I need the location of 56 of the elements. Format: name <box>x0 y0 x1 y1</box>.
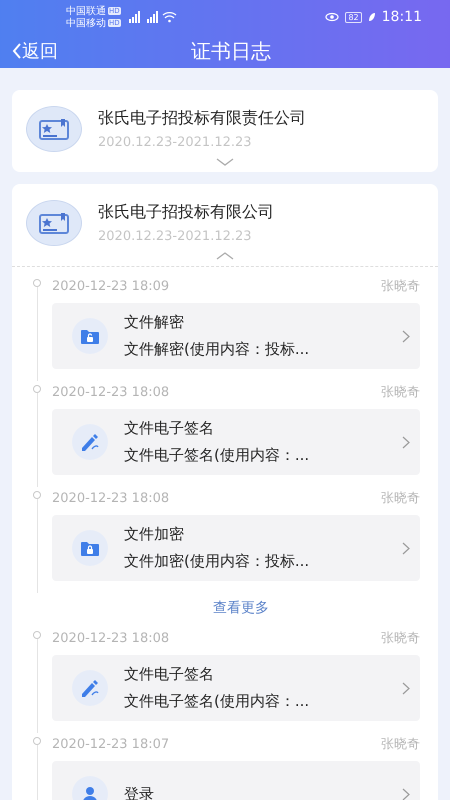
collapse-chevron-icon[interactable] <box>216 252 234 260</box>
chevron-right-icon <box>402 436 410 448</box>
log-summary: 文件加密(使用内容：投标... <box>124 552 310 571</box>
chevron-right-icon <box>402 682 410 694</box>
eye-icon <box>325 12 340 22</box>
log-time: 2020-12-23 18:07 <box>52 736 170 752</box>
person-icon <box>82 786 98 800</box>
log-summary: 文件电子签名(使用内容：... <box>124 446 310 465</box>
chevron-right-icon <box>402 330 410 342</box>
chevron-right-icon <box>402 788 410 800</box>
back-chevron-icon <box>12 43 22 59</box>
timeline-dot <box>33 631 41 639</box>
certificate-icon <box>39 212 69 234</box>
log-user: 张晓奇 <box>381 490 420 507</box>
log-time: 2020-12-23 18:08 <box>52 630 170 646</box>
company-name: 张氏电子招投标有限公司 <box>98 202 274 223</box>
chevron-right-icon <box>402 542 410 554</box>
log-summary: 文件电子签名(使用内容：... <box>124 692 310 711</box>
view-more-link[interactable]: 查看更多 <box>213 593 269 627</box>
timeline-dot <box>33 491 41 499</box>
validity-period: 2020.12.23-2021.12.23 <box>98 229 253 244</box>
log-time: 2020-12-23 18:08 <box>52 384 170 400</box>
battery-level: 82 <box>345 12 362 22</box>
log-summary: 文件解密(使用内容：投标... <box>124 340 310 359</box>
certificate-icon <box>39 118 69 140</box>
log-item[interactable]: 文件电子签名 文件电子签名(使用内容：... <box>52 409 420 475</box>
log-item[interactable]: 文件解密 文件解密(使用内容：投标... <box>52 303 420 369</box>
back-button[interactable]: 返回 <box>12 39 58 63</box>
pen-icon <box>80 433 100 451</box>
expand-chevron-icon[interactable] <box>216 158 234 166</box>
carrier-name: 中国联通 <box>66 6 106 16</box>
log-item[interactable]: 文件加密 文件加密(使用内容：投标... <box>52 515 420 581</box>
log-title: 文件解密 <box>124 313 185 332</box>
log-title: 文件电子签名 <box>124 419 215 438</box>
log-user: 张晓奇 <box>381 384 420 401</box>
page-title: 证书日志 <box>191 38 271 64</box>
log-time: 2020-12-23 18:08 <box>52 490 170 506</box>
clock-time: 18:11 <box>382 9 422 25</box>
log-title: 文件加密 <box>124 525 185 544</box>
company-name: 张氏电子招投标有限责任公司 <box>98 108 306 129</box>
log-time: 2020-12-23 18:09 <box>52 278 170 294</box>
log-user: 张晓奇 <box>381 278 420 295</box>
log-item[interactable]: 文件电子签名 文件电子签名(使用内容：... <box>52 655 420 721</box>
log-user: 张晓奇 <box>381 630 420 647</box>
validity-period: 2020.12.23-2021.12.23 <box>98 135 253 150</box>
log-user: 张晓奇 <box>381 736 420 753</box>
timeline-dot <box>33 737 41 745</box>
signal-icon <box>126 11 177 23</box>
locked-folder-icon <box>81 540 99 556</box>
pen-icon <box>80 679 100 697</box>
log-title: 文件电子签名 <box>124 665 215 684</box>
timeline-dot <box>33 385 41 393</box>
timeline-dot <box>33 279 41 287</box>
carrier-name: 中国移动 <box>66 18 106 28</box>
unlocked-folder-icon <box>81 328 99 344</box>
leaf-icon <box>368 12 376 22</box>
